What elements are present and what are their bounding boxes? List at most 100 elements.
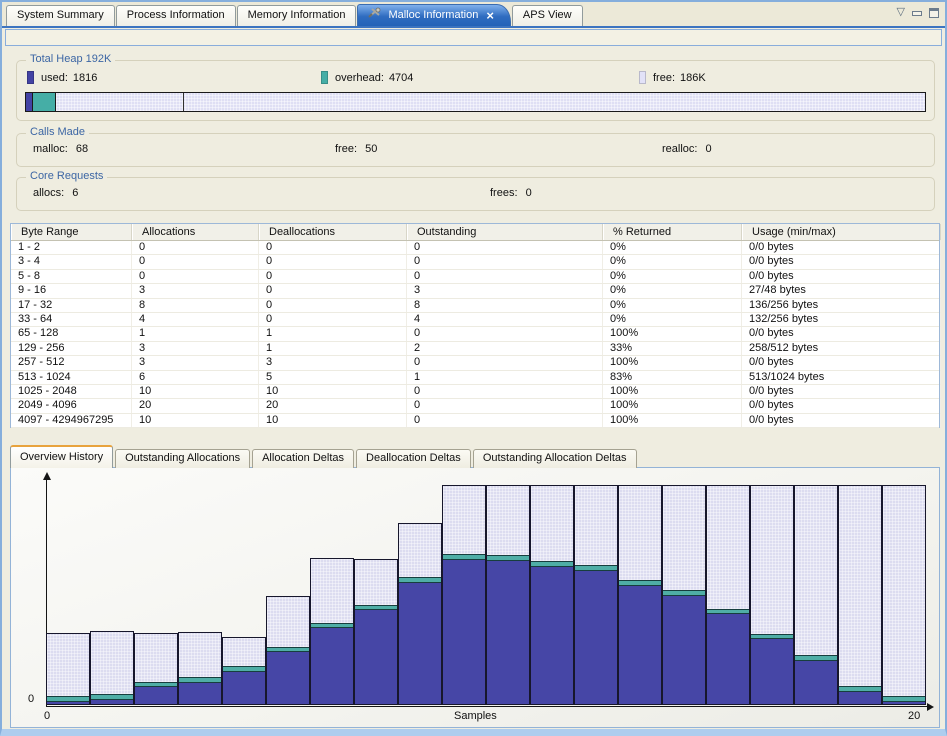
used-segment bbox=[179, 683, 221, 704]
table-header: Byte RangeAllocationsDeallocationsOutsta… bbox=[11, 224, 939, 241]
table-row[interactable]: 257 - 512330100%0/0 bytes bbox=[11, 356, 939, 370]
table-row[interactable]: 2049 - 409620200100%0/0 bytes bbox=[11, 399, 939, 413]
used-segment bbox=[443, 560, 485, 704]
malloc-view-icon bbox=[368, 6, 383, 25]
table-cell: 258/512 bytes bbox=[742, 342, 941, 355]
table-cell: 0 bbox=[407, 255, 603, 268]
column-header--returned[interactable]: % Returned bbox=[603, 224, 742, 240]
used-segment bbox=[91, 700, 133, 704]
free-segment bbox=[619, 486, 661, 580]
table-cell: 3 bbox=[132, 284, 259, 297]
tab-outstanding-allocations[interactable]: Outstanding Allocations bbox=[115, 449, 250, 468]
table-cell: 100% bbox=[603, 399, 742, 412]
table-cell: 8 bbox=[132, 299, 259, 312]
history-bar bbox=[794, 485, 838, 705]
history-bar bbox=[134, 633, 178, 705]
tab-malloc-information[interactable]: Malloc Information × bbox=[357, 4, 510, 26]
table-cell: 17 - 32 bbox=[11, 299, 132, 312]
table-cell: 3 - 4 bbox=[11, 255, 132, 268]
table-cell: 4 bbox=[407, 313, 603, 326]
table-row[interactable]: 5 - 80000%0/0 bytes bbox=[11, 270, 939, 284]
free-segment bbox=[135, 634, 177, 682]
history-bar bbox=[574, 485, 618, 705]
stat-label: realloc: bbox=[662, 143, 697, 155]
legend-label: used: bbox=[41, 72, 68, 84]
table-row[interactable]: 1025 - 204810100100%0/0 bytes bbox=[11, 385, 939, 399]
free-segment bbox=[399, 524, 441, 577]
malloc-information-view: System Summary Process Information Memor… bbox=[0, 0, 947, 736]
table-cell: 136/256 bytes bbox=[742, 299, 941, 312]
tab-memory-information[interactable]: Memory Information bbox=[237, 5, 357, 26]
table-row[interactable]: 33 - 644040%132/256 bytes bbox=[11, 313, 939, 327]
used-segment bbox=[355, 610, 397, 704]
stat-value: 0 bbox=[526, 187, 532, 199]
table-cell: 257 - 512 bbox=[11, 356, 132, 369]
table-cell: 3 bbox=[259, 356, 407, 369]
table-cell: 0 bbox=[132, 270, 259, 283]
column-header-outstanding[interactable]: Outstanding bbox=[407, 224, 603, 240]
table-cell: 33% bbox=[603, 342, 742, 355]
table-row[interactable]: 129 - 25631233%258/512 bytes bbox=[11, 342, 939, 356]
tab-close-icon[interactable]: × bbox=[486, 10, 494, 21]
used-segment bbox=[487, 561, 529, 704]
table-row[interactable]: 513 - 102465183%513/1024 bytes bbox=[11, 371, 939, 385]
legend-label: overhead: bbox=[335, 72, 384, 84]
used-segment bbox=[707, 614, 749, 704]
table-row[interactable]: 4097 - 429496729510100100%0/0 bytes bbox=[11, 414, 939, 428]
heap-overhead-segment bbox=[33, 93, 56, 111]
session-info-bar: tmp/test_heap_mem_thread_multi_alloc_gTe… bbox=[5, 29, 942, 46]
tab-allocation-deltas[interactable]: Allocation Deltas bbox=[252, 449, 354, 468]
table-row[interactable]: 17 - 328080%136/256 bytes bbox=[11, 299, 939, 313]
tab-overview-history[interactable]: Overview History bbox=[10, 445, 113, 468]
table-cell: 4097 - 4294967295 bbox=[11, 414, 132, 427]
column-header-usage-min-max-[interactable]: Usage (min/max) bbox=[742, 224, 941, 240]
table-cell: 100% bbox=[603, 414, 742, 427]
table-cell: 0% bbox=[603, 313, 742, 326]
table-cell: 1 - 2 bbox=[11, 241, 132, 254]
free-segment bbox=[663, 486, 705, 590]
used-segment bbox=[575, 571, 617, 704]
table-cell: 83% bbox=[603, 371, 742, 384]
free-segment bbox=[443, 486, 485, 554]
table-row[interactable]: 65 - 128110100%0/0 bytes bbox=[11, 327, 939, 341]
history-bar bbox=[354, 559, 398, 705]
table-cell: 100% bbox=[603, 385, 742, 398]
legend-overhead: overhead: 4704 bbox=[321, 71, 413, 84]
column-header-deallocations[interactable]: Deallocations bbox=[259, 224, 407, 240]
tab-system-summary[interactable]: System Summary bbox=[6, 5, 115, 26]
table-cell: 10 bbox=[259, 385, 407, 398]
free-segment bbox=[47, 634, 89, 696]
used-swatch bbox=[27, 71, 34, 84]
table-row[interactable]: 3 - 40000%0/0 bytes bbox=[11, 255, 939, 269]
legend-label: free: bbox=[653, 72, 675, 84]
table-row[interactable]: 9 - 163030%27/48 bytes bbox=[11, 284, 939, 298]
used-segment bbox=[223, 672, 265, 704]
table-cell: 513/1024 bytes bbox=[742, 371, 941, 384]
used-segment bbox=[531, 567, 573, 704]
maximize-icon[interactable] bbox=[929, 8, 939, 18]
table-cell: 0/0 bytes bbox=[742, 414, 941, 427]
tab-process-information[interactable]: Process Information bbox=[116, 5, 236, 26]
minimize-icon[interactable] bbox=[912, 11, 922, 16]
table-cell: 3 bbox=[132, 342, 259, 355]
table-cell: 0 bbox=[407, 241, 603, 254]
tab-aps-view[interactable]: APS View bbox=[512, 5, 583, 26]
group-title-calls-made: Calls Made bbox=[26, 126, 89, 138]
column-header-allocations[interactable]: Allocations bbox=[132, 224, 259, 240]
column-header-byte-range[interactable]: Byte Range bbox=[11, 224, 132, 240]
history-bar bbox=[706, 485, 750, 705]
free-segment bbox=[311, 559, 353, 622]
legend-free: free: 186K bbox=[639, 71, 706, 84]
table-cell: 8 bbox=[407, 299, 603, 312]
tab-label: Deallocation Deltas bbox=[366, 452, 461, 464]
tab-label: Overview History bbox=[20, 451, 103, 463]
table-row[interactable]: 1 - 20000%0/0 bytes bbox=[11, 241, 939, 255]
tab-deallocation-deltas[interactable]: Deallocation Deltas bbox=[356, 449, 471, 468]
stat-value: 50 bbox=[365, 143, 377, 155]
history-bar bbox=[530, 485, 574, 705]
tab-outstanding-allocation-deltas[interactable]: Outstanding Allocation Deltas bbox=[473, 449, 637, 468]
history-bar bbox=[838, 485, 882, 705]
used-segment bbox=[795, 661, 837, 704]
view-menu-icon[interactable]: ▽ bbox=[897, 7, 905, 18]
free-segment bbox=[751, 486, 793, 634]
